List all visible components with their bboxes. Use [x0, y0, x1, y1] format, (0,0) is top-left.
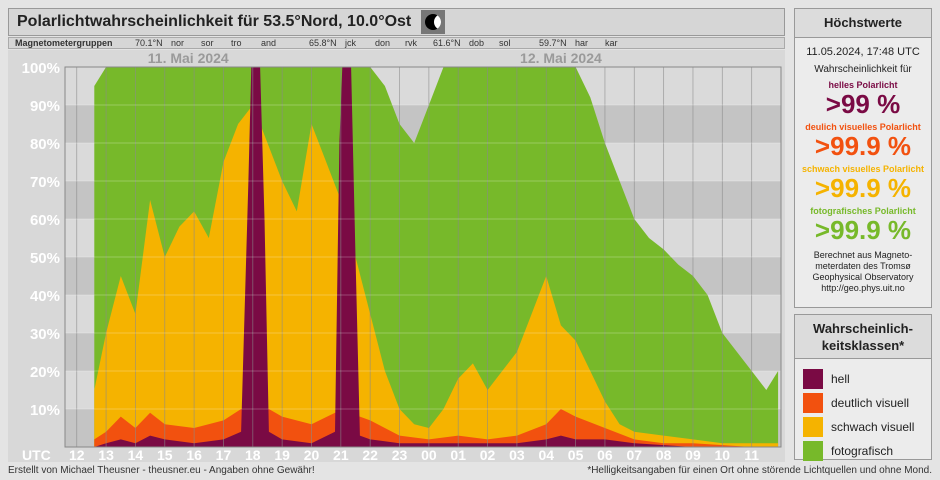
legend-swatch	[803, 369, 823, 389]
legend-swatch	[803, 441, 823, 461]
legend-label: deutlich visuell	[831, 396, 910, 410]
legend-panel: Wahrscheinlich- keitsklassen* hell deutl…	[794, 314, 932, 461]
station: don	[375, 38, 391, 48]
x-tick-label: 00	[421, 447, 437, 462]
legend-swatch	[803, 393, 823, 413]
legend-heading-line: Wahrscheinlich-	[813, 321, 913, 336]
x-tick-label: 12	[69, 447, 85, 462]
date-label: 12. Mai 2024	[520, 50, 602, 66]
x-tick-label: 11	[744, 447, 759, 462]
x-tick-label: 22	[362, 447, 378, 462]
legend-item-schwach: schwach visuell	[803, 417, 914, 437]
x-tick-label: 03	[509, 447, 525, 462]
max-values-heading: Höchstwerte	[795, 9, 931, 38]
y-tick-label: 60%	[30, 212, 60, 229]
cat-value-deutlich: >99.9 %	[814, 131, 912, 161]
legend-label: hell	[831, 372, 850, 386]
x-tick-label: 13	[98, 447, 114, 462]
y-tick-label: 100%	[22, 60, 60, 77]
station: kar	[605, 38, 618, 48]
chart-title: Polarlichtwahrscheinlichkeit für 53.5°No…	[17, 13, 412, 30]
legend-item-deutlich: deutlich visuell	[803, 393, 909, 413]
x-tick-label: 06	[597, 447, 613, 462]
probability-chart: 10% 20% 30% 40% 50% 60% 70% 80% 90% 100% UTC 12 13 14…	[8, 50, 785, 462]
x-tick-label: 10	[715, 447, 731, 462]
legend-label: fotografisch	[831, 444, 894, 458]
x-tick-label: 02	[480, 447, 496, 462]
x-tick-label: 09	[685, 447, 701, 462]
legend-item-foto: fotografisch	[803, 441, 893, 461]
source-line: Berechnet aus Magneto-	[813, 250, 913, 260]
station: sor	[201, 38, 214, 48]
x-tick-label: 07	[626, 447, 642, 462]
source-line: Geophysical Observatory	[812, 272, 914, 282]
x-tick-label: 16	[186, 447, 202, 462]
magnetometer-label: Magnetometergruppen	[15, 38, 113, 48]
y-tick-label: 30%	[30, 326, 60, 343]
station: rvk	[405, 38, 417, 48]
cat-value-schwach: >99.9 %	[814, 173, 912, 203]
y-tick-label: 20%	[30, 364, 60, 381]
x-tick-label: 23	[392, 447, 408, 462]
date-label: 11. Mai 2024	[148, 50, 229, 66]
x-tick-label: 14	[128, 447, 144, 462]
x-tick-label: 17	[216, 447, 232, 462]
source-link[interactable]: http://geo.phys.uit.no	[795, 283, 931, 294]
legend-item-hell: hell	[803, 369, 850, 389]
legend-heading: Wahrscheinlich- keitsklassen*	[795, 315, 931, 359]
station: and	[261, 38, 277, 48]
y-tick-label: 80%	[30, 136, 60, 153]
station: har	[575, 38, 589, 48]
x-tick-label: 20	[304, 447, 320, 462]
x-tick-label: 05	[568, 447, 584, 462]
x-tick-label: 15	[157, 447, 173, 462]
station: jck	[345, 38, 356, 48]
y-tick-label: 50%	[30, 250, 60, 267]
x-tick-label: 18	[245, 447, 261, 462]
group-lat: 65.8°N	[309, 38, 337, 48]
title-bar: Polarlichtwahrscheinlichkeit für 53.5°No…	[8, 8, 785, 36]
y-tick-label: 10%	[30, 402, 60, 419]
source-line: meterdaten des Tromsø	[815, 261, 911, 271]
x-axis-label: UTC	[22, 447, 51, 462]
station: dob	[469, 38, 485, 48]
x-tick-label: 04	[538, 447, 554, 462]
cat-value-foto: >99.9 %	[814, 215, 912, 245]
group-lat: 59.7°N	[539, 38, 567, 48]
legend-label: schwach visuell	[831, 420, 915, 434]
x-tick-label: 21	[333, 447, 349, 462]
station: tro	[231, 38, 242, 48]
prob-label: Wahrscheinlichkeit für	[814, 64, 912, 75]
moon-phase-icon	[421, 10, 445, 34]
x-tick-label: 01	[450, 447, 466, 462]
group-lat: 70.1°N	[135, 38, 163, 48]
x-tick-label: 08	[656, 447, 672, 462]
x-tick-label: 19	[274, 447, 290, 462]
legend-heading-line: keitsklassen*	[821, 338, 905, 353]
footer-credit: Erstellt von Michael Theusner - theusner…	[8, 465, 315, 476]
magnetometer-groups-bar: Magnetometergruppen 70.1°N nor sor tro a…	[8, 37, 785, 49]
y-tick-label: 90%	[30, 98, 60, 115]
max-datetime: 11.05.2024, 17:48 UTC	[806, 46, 920, 58]
source-note: Berechnet aus Magneto- meterdaten des Tr…	[795, 250, 931, 294]
max-values-panel: Höchstwerte 11.05.2024, 17:48 UTC Wahrsc…	[794, 8, 932, 308]
y-tick-label: 70%	[30, 174, 60, 191]
legend-swatch	[803, 417, 823, 437]
group-lat: 61.6°N	[433, 38, 461, 48]
station: nor	[171, 38, 185, 48]
cat-value-hell: >99 %	[825, 89, 901, 119]
y-tick-label: 40%	[30, 288, 60, 305]
station: sol	[499, 38, 511, 48]
footer-note: *Helligkeitsangaben für einen Ort ohne s…	[587, 465, 932, 476]
